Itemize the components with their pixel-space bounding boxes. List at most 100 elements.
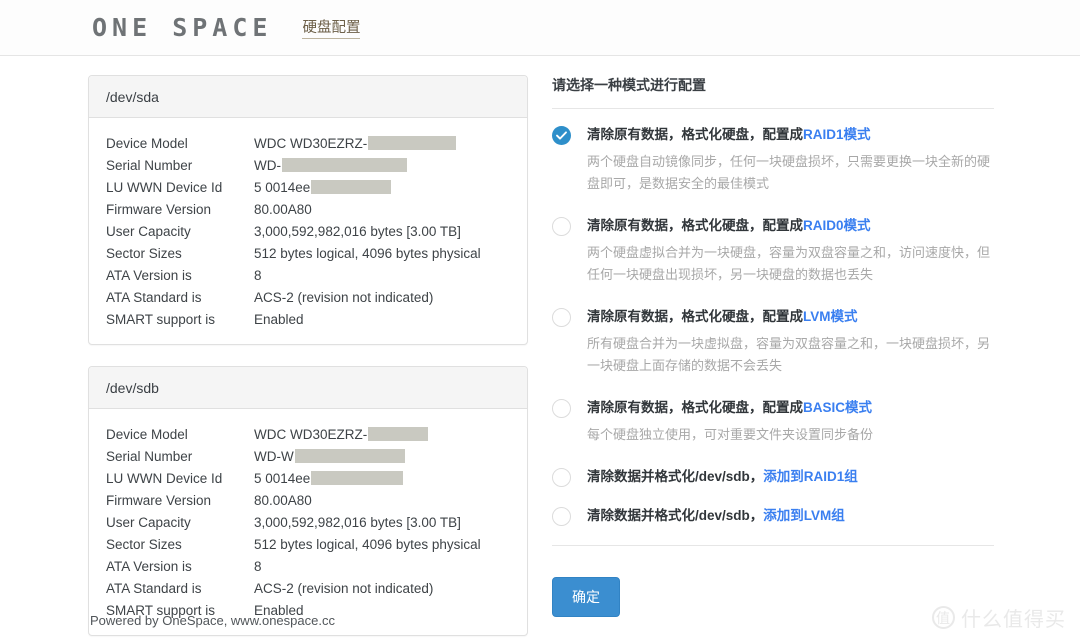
mode-option[interactable]: 清除原有数据，格式化硬盘，配置成LVM模式 所有硬盘合并为一块虚拟盘，容量为双盘容…: [552, 295, 994, 386]
disk-attribute-key: Sector Sizes: [106, 537, 182, 552]
radio-unchecked-icon[interactable]: [552, 399, 571, 418]
mode-option-label: 清除原有数据，格式化硬盘，配置成BASIC模式: [587, 398, 994, 417]
disk-panel: /dev/sdb Device Model WDC WD30EZRZ- Serial …: [88, 366, 528, 636]
mode-option-description: 两个硬盘虚拟合并为一块硬盘，容量为双盘容量之和，访问速度快，但任何一块硬盘出现损…: [587, 245, 991, 282]
disk-attribute-value-text: 80.00A80: [254, 493, 312, 508]
disk-attribute-value: Enabled: [254, 311, 510, 328]
table-row: LU WWN Device Id 5 0014ee: [106, 179, 510, 201]
table-row: SMART support is Enabled: [106, 311, 510, 328]
brand-logo: ONE SPACE: [92, 13, 273, 42]
disk-attribute-key: Sector Sizes: [106, 246, 182, 261]
table-row: ATA Standard is ACS-2 (revision not indic…: [106, 289, 510, 311]
mode-option[interactable]: 清除数据并格式化/dev/sdb，添加到LVM组: [552, 494, 994, 533]
table-row: ATA Version is 8: [106, 267, 510, 289]
footer-text: Powered by OneSpace, www.onespace.cc: [90, 613, 335, 628]
disk-attribute-value-text: 5 0014ee: [254, 180, 311, 195]
disk-attribute-key: Device Model: [106, 136, 188, 151]
table-row: User Capacity 3,000,592,982,016 bytes [3.…: [106, 514, 510, 536]
mode-option-label: 清除原有数据，格式化硬盘，配置成RAID1模式: [587, 125, 994, 144]
disk-attribute-key: LU WWN Device Id: [106, 471, 223, 486]
mode-option-label-prefix: 清除数据并格式化/dev/sdb，: [587, 469, 764, 484]
disk-attribute-value: WDC WD30EZRZ-: [254, 135, 510, 157]
disk-attribute-value-text: WD-W: [254, 449, 294, 464]
disk-attribute-value: 512 bytes logical, 4096 bytes physical: [254, 536, 510, 558]
mode-option[interactable]: 清除原有数据，格式化硬盘，配置成BASIC模式每个硬盘独立使用，可对重要文件夹设…: [552, 386, 994, 455]
config-title: 请选择一种模式进行配置: [552, 77, 706, 93]
disk-attribute-value-text: 3,000,592,982,016 bytes [3.00 TB]: [254, 515, 461, 530]
disk-attribute-key: Device Model: [106, 427, 188, 442]
radio-unchecked-icon[interactable]: [552, 507, 571, 526]
mode-option[interactable]: 清除原有数据，格式化硬盘，配置成RAID1模式 两个硬盘自动镜像同步，任何一块硬盘…: [552, 113, 994, 204]
redacted-value-bar: [294, 449, 405, 463]
confirm-button[interactable]: 确定: [552, 577, 620, 617]
content-area: /dev/sda Device Model WDC WD30EZRZ- Serial …: [0, 56, 1080, 644]
mode-option-label: 清除原有数据，格式化硬盘，配置成RAID0模式: [587, 216, 994, 235]
redacted-value-bar: [368, 427, 429, 441]
disk-attribute-value-text: WD-: [254, 158, 281, 173]
table-row: Sector Sizes 512 bytes logical, 4096 byte…: [106, 245, 510, 267]
disk-panel-title: /dev/sdb: [89, 367, 527, 409]
disk-panel-body: Device Model WDC WD30EZRZ- Serial Number WD…: [89, 118, 527, 344]
disk-attribute-key: SMART support is: [106, 312, 216, 327]
mode-option[interactable]: 清除原有数据，格式化硬盘，配置成RAID0模式两个硬盘虚拟合并为一块硬盘，容量为…: [552, 204, 994, 295]
mode-option-description: 每个硬盘独立使用，可对重要文件夹设置同步备份: [587, 427, 874, 442]
disk-attribute-key: Serial Number: [106, 158, 193, 173]
radio-unchecked-icon[interactable]: [552, 217, 571, 236]
disk-attribute-value: WDC WD30EZRZ-: [254, 426, 510, 448]
watermark: 值 什么值得买: [932, 603, 1066, 632]
disk-attribute-key: ATA Standard is: [106, 290, 202, 305]
mode-option-label-highlight: LVM模式: [803, 309, 858, 324]
table-row: Serial Number WD-W: [106, 448, 510, 470]
disk-attribute-value: 80.00A80: [254, 201, 510, 223]
mode-option-label-highlight: 添加到LVM组: [763, 508, 845, 523]
disk-attribute-key: Serial Number: [106, 449, 193, 464]
mode-option-label-prefix: 清除原有数据，格式化硬盘，配置成: [587, 218, 803, 233]
nav-link-disk-config[interactable]: 硬盘配置: [302, 16, 361, 39]
title-divider: [552, 108, 994, 109]
disk-attribute-value: 80.00A80: [254, 492, 510, 514]
mode-option-label-prefix: 清除原有数据，格式化硬盘，配置成: [587, 309, 803, 324]
redacted-value-bar: [282, 158, 407, 172]
disk-info-column: /dev/sda Device Model WDC WD30EZRZ- Serial …: [88, 75, 528, 644]
mode-option-label: 清除原有数据，格式化硬盘，配置成LVM模式: [587, 307, 994, 326]
mode-option[interactable]: 清除数据并格式化/dev/sdb，添加到RAID1组: [552, 455, 994, 494]
disk-attribute-value-text: 5 0014ee: [254, 471, 311, 486]
disk-attribute-value: 3,000,592,982,016 bytes [3.00 TB]: [254, 223, 510, 245]
mode-config-column: 请选择一种模式进行配置 清除原有数据，格式化硬盘，配置成RAID1模式 两个硬盘自…: [552, 75, 994, 617]
options-bottom-divider: [552, 545, 994, 546]
disk-attribute-value-text: 8: [254, 559, 262, 574]
table-row: Firmware Version 80.00A80: [106, 201, 510, 223]
disk-attribute-value-text: 8: [254, 268, 262, 283]
disk-attribute-value: WD-: [254, 157, 510, 179]
disk-attribute-key: User Capacity: [106, 224, 191, 239]
disk-attribute-table: Device Model WDC WD30EZRZ- Serial Number WD…: [106, 426, 510, 619]
disk-attribute-key: Firmware Version: [106, 493, 212, 508]
table-row: Device Model WDC WD30EZRZ-: [106, 426, 510, 448]
disk-attribute-value-text: 80.00A80: [254, 202, 312, 217]
disk-attribute-value: 5 0014ee: [254, 179, 510, 201]
radio-unchecked-icon[interactable]: [552, 308, 571, 327]
disk-attribute-value: ACS-2 (revision not indicated): [254, 289, 510, 311]
radio-unchecked-icon[interactable]: [552, 468, 571, 487]
disk-panel-body: Device Model WDC WD30EZRZ- Serial Number WD…: [89, 409, 527, 635]
table-row: Firmware Version 80.00A80: [106, 492, 510, 514]
mode-option-label-highlight: RAID1模式: [803, 127, 871, 142]
top-navbar: ONE SPACE 硬盘配置: [0, 0, 1080, 56]
disk-attribute-key: ATA Version is: [106, 268, 192, 283]
disk-attribute-key: LU WWN Device Id: [106, 180, 223, 195]
mode-option-label-prefix: 清除原有数据，格式化硬盘，配置成: [587, 127, 803, 142]
disk-attribute-table: Device Model WDC WD30EZRZ- Serial Number WD…: [106, 135, 510, 328]
disk-attribute-key: ATA Version is: [106, 559, 192, 574]
disk-attribute-value-text: Enabled: [254, 312, 304, 327]
disk-attribute-value: ACS-2 (revision not indicated): [254, 580, 510, 602]
disk-attribute-value: 3,000,592,982,016 bytes [3.00 TB]: [254, 514, 510, 536]
page-root: ONE SPACE 硬盘配置 /dev/sda Device Model WDC W…: [0, 0, 1080, 644]
radio-checked-icon[interactable]: [552, 126, 571, 145]
disk-attribute-value: 8: [254, 267, 510, 289]
disk-attribute-value-text: 3,000,592,982,016 bytes [3.00 TB]: [254, 224, 461, 239]
disk-attribute-value: 512 bytes logical, 4096 bytes physical: [254, 245, 510, 267]
table-row: Sector Sizes 512 bytes logical, 4096 byte…: [106, 536, 510, 558]
disk-panel-title: /dev/sda: [89, 76, 527, 118]
watermark-badge: 值: [932, 606, 955, 629]
disk-attribute-value-text: ACS-2 (revision not indicated): [254, 290, 434, 305]
